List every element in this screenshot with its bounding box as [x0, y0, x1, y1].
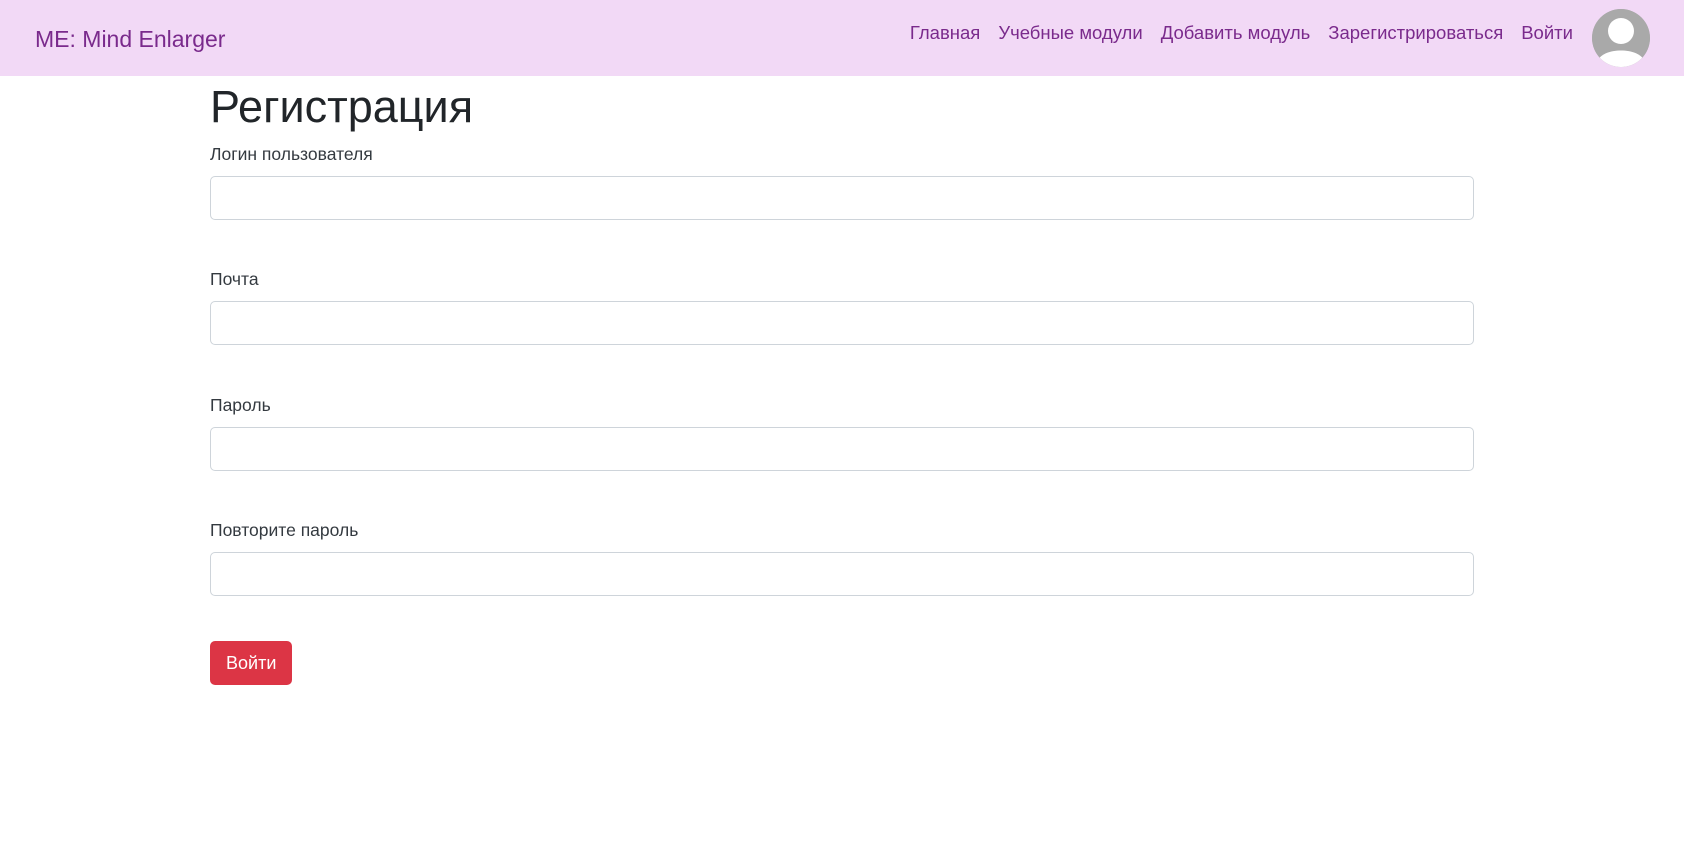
username-label: Логин пользователя: [210, 144, 373, 164]
user-avatar-icon[interactable]: [1592, 9, 1650, 67]
password-input[interactable]: [210, 427, 1474, 471]
nav-link-add-module[interactable]: Добавить модуль: [1152, 19, 1320, 47]
email-input[interactable]: [210, 301, 1474, 345]
repeat-password-input[interactable]: [210, 552, 1474, 596]
user-silhouette-icon: [1592, 9, 1650, 67]
password-label: Пароль: [210, 395, 271, 415]
nav-link-modules[interactable]: Учебные модули: [989, 19, 1151, 47]
page-title: Регистрация: [210, 81, 474, 132]
brand-link[interactable]: ME: Mind Enlarger: [35, 24, 225, 54]
nav-links: Главная Учебные модули Добавить модуль З…: [901, 19, 1582, 47]
username-input[interactable]: [210, 176, 1474, 220]
navbar: ME: Mind Enlarger Главная Учебные модули…: [0, 0, 1684, 76]
nav-link-home[interactable]: Главная: [901, 19, 989, 47]
nav-link-register[interactable]: Зарегистрироваться: [1319, 19, 1512, 47]
email-label: Почта: [210, 269, 259, 289]
nav-link-login[interactable]: Войти: [1512, 19, 1582, 47]
repeat-password-label: Повторите пароль: [210, 520, 359, 540]
submit-button[interactable]: Войти: [210, 641, 293, 685]
